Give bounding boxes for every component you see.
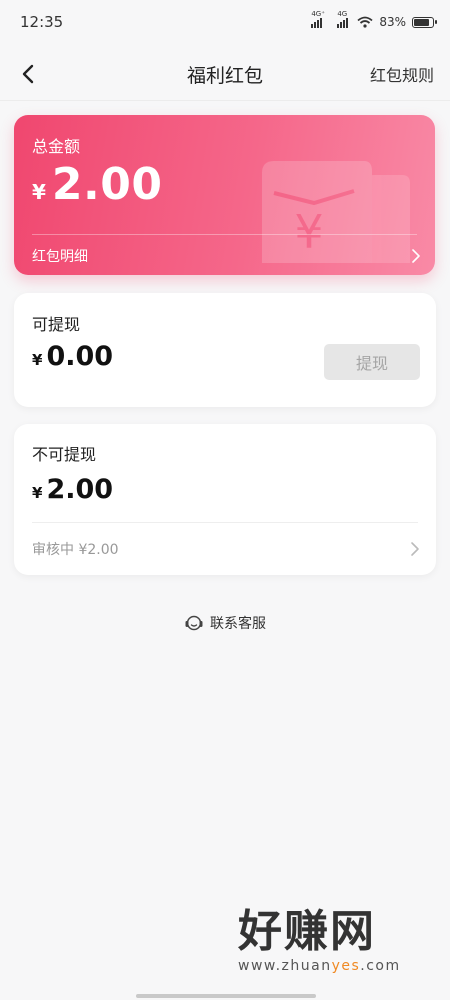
wifi-icon [357, 16, 373, 28]
red-packet-details-label: 红包明细 [32, 249, 88, 265]
total-amount-number: 2.00 [51, 159, 163, 210]
battery-percent: 83% [379, 15, 406, 29]
currency-symbol: ¥ [32, 484, 43, 502]
status-bar: 12:35 4G⁺ 4G 83% [0, 0, 450, 44]
watermark: 好赚网 www.zhuanyes.com [238, 910, 438, 990]
headset-icon [185, 615, 203, 631]
non-withdrawable-amount-number: 2.00 [46, 474, 114, 505]
watermark-text: 好赚网 [238, 906, 376, 957]
red-packet-details-row[interactable]: 红包明细 [32, 243, 421, 269]
chevron-left-icon [22, 64, 34, 84]
currency-symbol: ¥ [32, 351, 43, 369]
status-time: 12:35 [20, 13, 64, 31]
non-withdrawable-label: 不可提现 [32, 445, 97, 464]
currency-symbol: ¥ [32, 180, 46, 204]
chevron-right-icon [411, 542, 419, 556]
home-indicator [136, 994, 316, 998]
non-withdrawable-amount: ¥ 2.00 [32, 474, 113, 505]
withdrawable-card: 可提现 ¥ 0.00 提现 [14, 293, 436, 407]
chevron-right-icon [412, 249, 420, 263]
red-packet-rules-link[interactable]: 红包规则 [370, 62, 434, 86]
withdraw-button[interactable]: 提现 [324, 344, 420, 380]
under-review-text: 审核中 ¥2.00 [32, 542, 119, 558]
contact-support-link[interactable]: 联系客服 [0, 609, 450, 637]
total-amount-value: ¥ 2.00 [32, 159, 162, 210]
page-title: 福利红包 [186, 64, 263, 87]
under-review-row[interactable]: 审核中 ¥2.00 [32, 534, 420, 564]
back-button[interactable] [12, 58, 44, 90]
watermark-url: www.zhuanyes.com [238, 958, 401, 974]
battery-icon [412, 16, 437, 28]
withdrawable-label: 可提现 [32, 315, 81, 334]
nav-bar: 福利红包 红包规则 [0, 48, 450, 101]
divider [32, 522, 418, 523]
total-amount-label: 总金额 [32, 137, 81, 156]
total-amount-card: ¥ 总金额 ¥ 2.00 红包明细 [14, 115, 435, 275]
signal-icon-1: 4G⁺ [311, 10, 325, 28]
contact-support-label: 联系客服 [210, 616, 266, 632]
withdrawable-amount-number: 0.00 [46, 341, 114, 372]
status-icons: 4G⁺ 4G 83% [311, 10, 437, 29]
divider [32, 234, 417, 235]
non-withdrawable-card: 不可提现 ¥ 2.00 审核中 ¥2.00 [14, 424, 436, 575]
withdrawable-amount: ¥ 0.00 [32, 341, 113, 372]
signal-icon-2: 4G [337, 10, 351, 28]
